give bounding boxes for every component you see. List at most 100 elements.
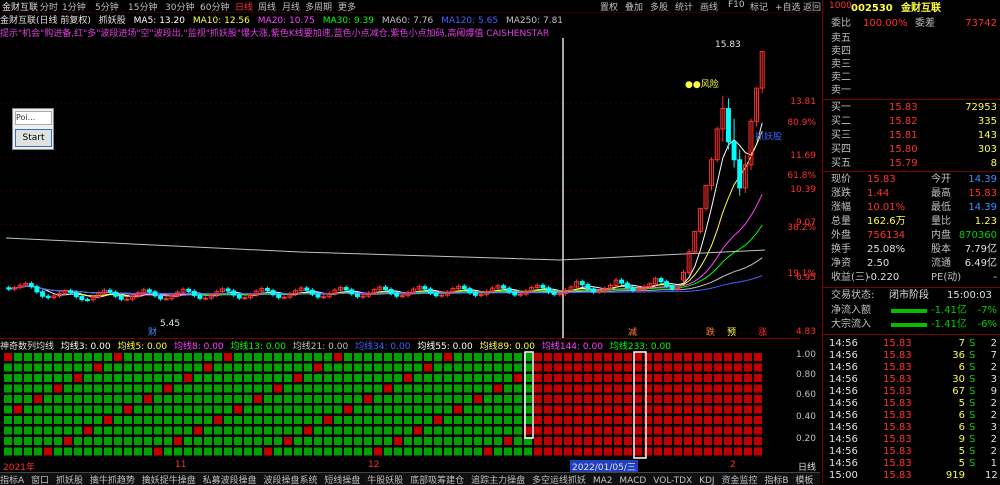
indicator-cell <box>484 437 492 445</box>
toolbar-back-button[interactable]: 返回 <box>803 0 821 13</box>
indicator-cell <box>284 353 292 361</box>
toolbar-overlay-button[interactable]: 叠加 <box>625 0 643 13</box>
period-tab-15min[interactable]: 15分钟 <box>128 0 157 13</box>
indicator-cell <box>224 405 232 414</box>
buy-row[interactable]: 买五 15.79 8 <box>823 157 1000 171</box>
tip-line: 提示"机会"购进备,红"多"波段进场"空"波段出,"监视"抓妖股"爆大涨,紫色K… <box>0 29 550 38</box>
buy-row[interactable]: 买四 15.80 303 <box>823 143 1000 157</box>
indicator-cell <box>204 374 212 382</box>
period-tab-30min[interactable]: 30分钟 <box>165 0 194 13</box>
script-widget: Poi... Start <box>12 108 54 150</box>
indicator-cell <box>744 447 752 456</box>
ma20-label: MA20: 10.75 <box>257 16 315 25</box>
indicator-cell <box>694 416 702 424</box>
indicator-cell <box>464 447 472 456</box>
indicator-cell <box>84 374 92 382</box>
period-tab-multi[interactable]: 多周期 <box>305 0 332 13</box>
indicator-cell <box>224 437 232 445</box>
candlestick-chart[interactable]: 15.83●●风险抓妖股5.45财减跌预涨 <box>0 38 800 338</box>
candle-body <box>146 289 152 293</box>
indicator-cell <box>334 384 342 393</box>
indicator-cell <box>704 374 712 382</box>
period-tab-timeshare[interactable]: 分时 <box>40 0 58 13</box>
indicator-cell <box>64 447 72 456</box>
indicator-cell <box>194 437 202 445</box>
candle-body <box>472 292 478 296</box>
indicator-cell <box>14 416 22 424</box>
toolbar-stats-button[interactable]: 统计 <box>675 0 693 13</box>
buy-row[interactable]: 买一 15.83 72953 <box>823 101 1000 115</box>
indicator-cell <box>344 447 352 456</box>
toolbar-weight-button[interactable]: 置权 <box>600 0 618 13</box>
indicator-cell <box>674 437 682 445</box>
toolbar-add-favorite-button[interactable]: +自选 <box>775 0 801 13</box>
indicator-cell <box>504 395 512 403</box>
indicator-cell <box>104 353 112 361</box>
indicator-cell <box>594 437 602 445</box>
signal-marker: 财 <box>148 326 157 338</box>
indicator-cell <box>134 405 142 414</box>
indicator-cell <box>284 384 292 393</box>
indicator-cell <box>254 416 262 424</box>
indicator-cell <box>374 416 382 424</box>
indicator-cell <box>584 416 592 424</box>
indicator-cell <box>644 405 652 414</box>
period-tab-month[interactable]: 月线 <box>282 0 300 13</box>
indicator-cell <box>144 384 152 393</box>
quote-label-2: 流通 <box>931 258 951 269</box>
indicator-cell <box>354 405 362 414</box>
indicator-cell <box>684 416 692 424</box>
indicator-cell <box>254 405 262 414</box>
candle-body <box>354 293 360 298</box>
candle-body <box>197 294 203 299</box>
indicator-cell <box>34 374 42 382</box>
period-tab-day[interactable]: 日线 <box>235 0 253 13</box>
indicator-chart[interactable] <box>0 350 800 460</box>
candle-body <box>236 294 242 299</box>
indicator-cell <box>354 353 362 361</box>
indicator-cell <box>564 426 572 435</box>
quote-row: 总量 162.6万 量比 1.23 <box>823 215 1000 229</box>
indicator-cell <box>634 384 642 393</box>
indicator-cell <box>394 405 402 414</box>
indicator-cell <box>304 437 312 445</box>
flow-block-pct: -6% <box>977 319 997 330</box>
indicator-cell <box>364 437 372 445</box>
period-tab-1min[interactable]: 1分钟 <box>62 0 86 13</box>
indicator-cell <box>554 374 562 382</box>
indicator-cell <box>564 416 572 424</box>
period-tab-more[interactable]: 更多 <box>338 0 356 13</box>
buy-row[interactable]: 买三 15.81 143 <box>823 129 1000 143</box>
indicator-cell <box>504 353 512 361</box>
indicator-cell <box>84 426 92 435</box>
indicator-cell <box>224 384 232 393</box>
indicator-cell <box>214 374 222 382</box>
toolbar-f10-button[interactable]: F10 <box>728 0 745 10</box>
indicator-cell <box>734 363 742 372</box>
toolbar-draw-button[interactable]: 画线 <box>700 0 718 13</box>
period-tab-week[interactable]: 周线 <box>258 0 276 13</box>
indicator-cell <box>654 363 662 372</box>
indicator-cell <box>104 363 112 372</box>
toolbar-mark-button[interactable]: 标记 <box>750 0 768 13</box>
period-tab-5min[interactable]: 5分钟 <box>95 0 119 13</box>
indicator-cell <box>544 374 552 382</box>
fib-tick: 38.2% <box>787 222 816 233</box>
indicator-cell <box>234 426 242 435</box>
buy-row[interactable]: 买二 15.82 335 <box>823 115 1000 129</box>
buy-price: 15.81 <box>889 130 918 141</box>
indicator-cell <box>264 426 272 435</box>
widget-input[interactable]: Poi... <box>15 111 52 125</box>
indicator-cell <box>554 384 562 393</box>
indicator-cell <box>244 353 252 361</box>
start-button[interactable]: Start <box>15 129 52 147</box>
indicator-cell <box>424 426 432 435</box>
period-tab-60min[interactable]: 60分钟 <box>200 0 229 13</box>
x-axis: 2021年 11 12 2022/01/05/三 2 日线 <box>0 460 820 472</box>
quote-label: 涨跌 <box>831 188 851 199</box>
candle-body <box>276 294 282 298</box>
indicator-cell <box>124 426 132 435</box>
indicator-cell <box>14 374 22 382</box>
indicator-cell <box>54 447 62 456</box>
toolbar-multistock-button[interactable]: 多股 <box>650 0 668 13</box>
